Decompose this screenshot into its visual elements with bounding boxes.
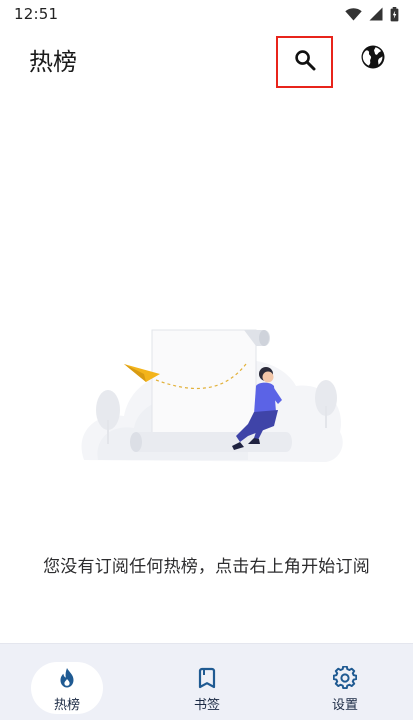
nav-item-settings[interactable]: 设置	[276, 644, 413, 721]
app-screen: 12:51 热榜 您没有订阅任何热榜，点击右上角开始订阅 热榜 书签 设置	[0, 0, 413, 720]
app-bar: 热榜	[0, 28, 413, 88]
nav-label-hot-list: 热榜	[53, 698, 80, 713]
flame-icon	[55, 666, 79, 690]
page-title: 热榜	[29, 48, 77, 76]
globe-icon	[360, 44, 386, 74]
empty-state-message: 您没有订阅任何热榜，点击右上角开始订阅	[43, 557, 370, 577]
cellular-signal-icon	[369, 7, 383, 21]
wifi-icon	[345, 7, 362, 21]
status-icons	[345, 6, 399, 22]
battery-icon	[390, 6, 399, 22]
nav-label-settings: 设置	[331, 698, 358, 713]
search-button[interactable]	[276, 36, 333, 88]
nav-item-bookmarks[interactable]: 书签	[138, 644, 276, 721]
bottom-navigation: 热榜 书签 设置	[0, 643, 413, 720]
bookmark-icon	[195, 666, 219, 690]
gear-icon	[332, 665, 358, 690]
nav-label-bookmarks: 书签	[193, 698, 220, 713]
nav-item-hot-list[interactable]: 热榜	[0, 644, 138, 721]
search-icon	[294, 49, 316, 75]
status-bar: 12:51	[0, 0, 413, 28]
status-time: 12:51	[14, 5, 59, 23]
globe-button[interactable]	[356, 42, 390, 76]
empty-state-illustration	[64, 320, 349, 470]
